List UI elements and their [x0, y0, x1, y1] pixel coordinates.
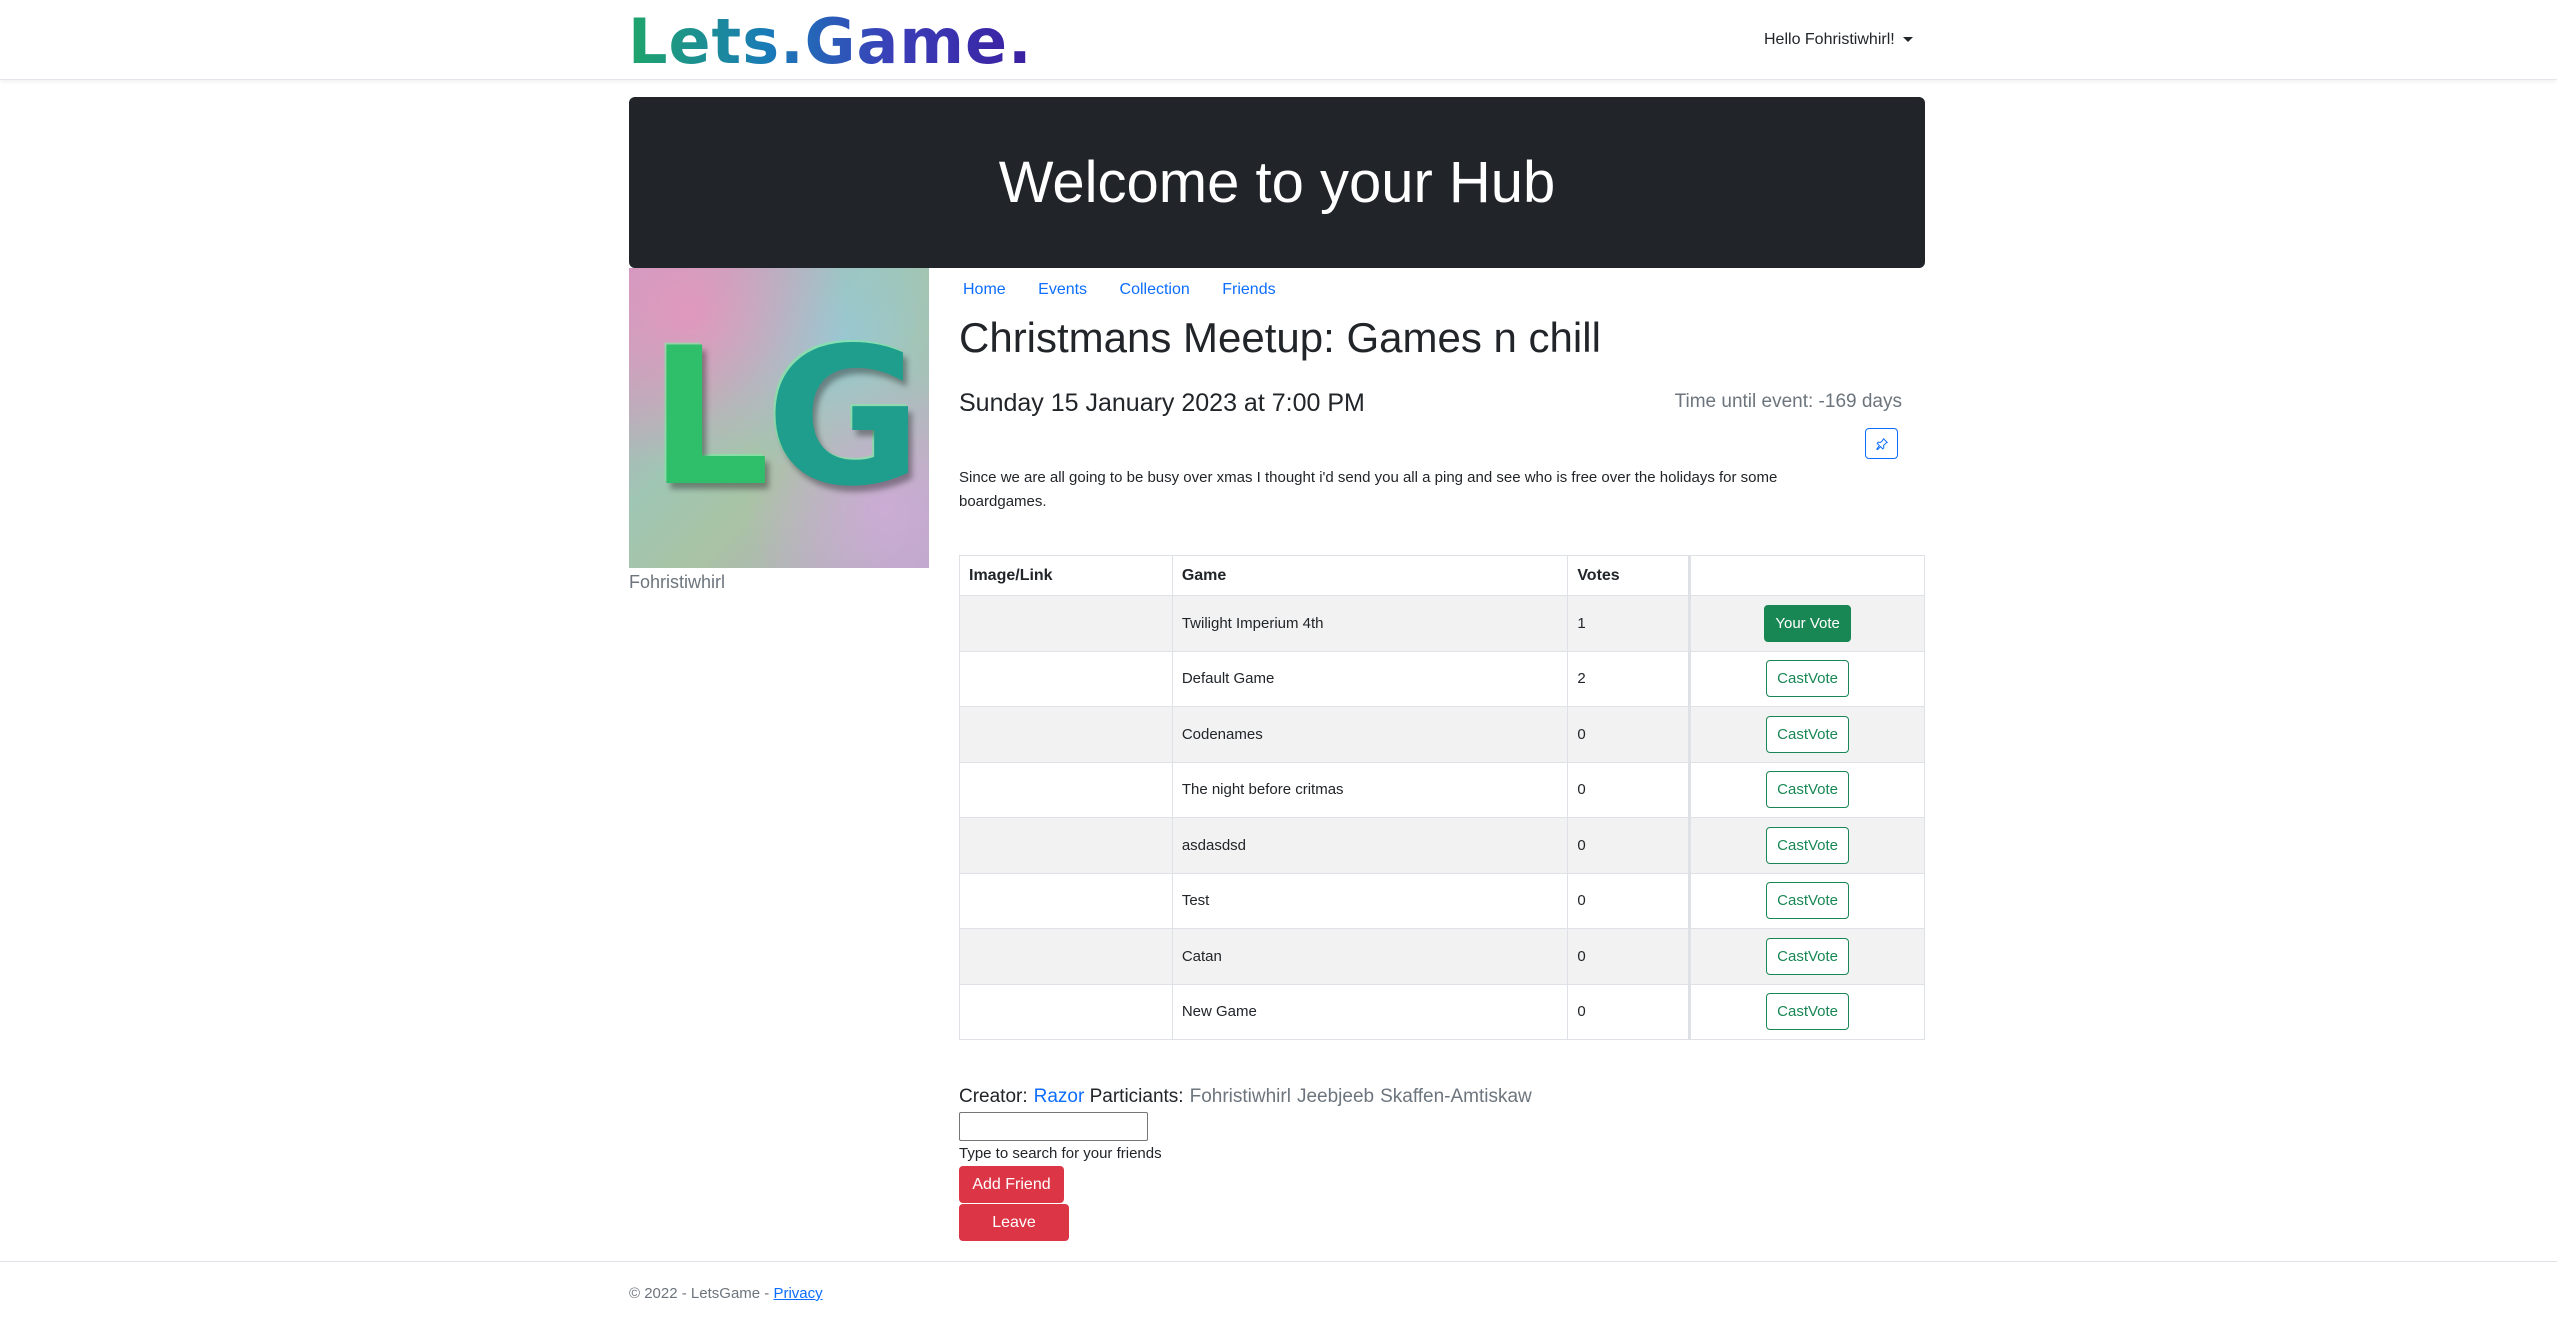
cast-vote-button[interactable]: CastVote [1766, 771, 1850, 809]
column-header-game: Game [1171, 555, 1569, 596]
avatar: LG [629, 268, 929, 568]
leave-event-button[interactable]: Leave Event [959, 1204, 1069, 1268]
top-navbar: Lets.Game. Hello Fohristiwhirl! [0, 0, 2557, 80]
column-header-action [1688, 555, 1925, 596]
page-footer: © 2022 - LetsGame - Privacy [0, 1261, 2557, 1322]
cast-vote-button[interactable]: CastVote [1766, 937, 1850, 975]
game-image-cell [959, 595, 1173, 652]
avatar-letter-l: L [649, 307, 770, 528]
table-row: New Game 0 CastVote [959, 983, 1925, 1040]
hero-banner: Welcome to your Hub [629, 97, 1925, 268]
column-header-votes: Votes [1567, 555, 1691, 596]
your-vote-button[interactable]: Your Vote [1764, 604, 1851, 642]
footer-text: © 2022 - LetsGame - Privacy [629, 1285, 823, 1302]
table-row: Catan 0 CastVote [959, 928, 1925, 985]
game-image-cell [959, 872, 1173, 929]
creator-link[interactable]: Razor [1034, 1086, 1085, 1107]
subnav-friends[interactable]: Friends [1222, 281, 1275, 298]
vote-count: 0 [1567, 928, 1691, 985]
participant-name: Skaffen-Amtiskaw [1380, 1086, 1532, 1107]
time-until-event: Time until event: -169 days [1674, 391, 1902, 412]
vote-count: 0 [1567, 983, 1691, 1040]
game-image-cell [959, 817, 1173, 874]
game-votes-table: Image/Link Game Votes Twilight Imperium … [959, 555, 1925, 1040]
table-row: asdasdsd 0 CastVote [959, 817, 1925, 874]
vote-action-cell: CastVote [1688, 706, 1925, 763]
avatar-letter-g: G [766, 307, 922, 528]
privacy-link[interactable]: Privacy [773, 1285, 822, 1302]
table-row: Default Game 2 CastVote [959, 650, 1925, 707]
table-row: Test 0 CastVote [959, 872, 1925, 929]
vote-count: 0 [1567, 872, 1691, 929]
vote-count: 0 [1567, 761, 1691, 818]
vote-count: 0 [1567, 706, 1691, 763]
hub-subnav: Home Events Collection Friends [963, 280, 1304, 300]
creator-label: Creator: [959, 1086, 1028, 1107]
friend-search-input[interactable] [959, 1112, 1148, 1141]
participant-name: Jeebjeeb [1296, 1086, 1375, 1107]
event-title: Christmans Meetup: Games n chill [959, 314, 1601, 361]
pin-icon [1875, 437, 1888, 450]
vote-count: 0 [1567, 817, 1691, 874]
subnav-home[interactable]: Home [963, 281, 1006, 298]
brand-logo[interactable]: Lets.Game. [628, 8, 1033, 76]
vote-count: 2 [1567, 650, 1691, 707]
subnav-events[interactable]: Events [1038, 281, 1087, 298]
user-menu-dropdown[interactable]: Hello Fohristiwhirl! [1764, 30, 1913, 50]
avatar-logo-letters: LG [649, 318, 922, 518]
game-name: asdasdsd [1171, 817, 1569, 874]
chevron-down-icon [1902, 37, 1913, 43]
cast-vote-button[interactable]: CastVote [1766, 882, 1850, 920]
vote-action-cell: CastVote [1688, 650, 1925, 707]
game-image-cell [959, 706, 1173, 763]
column-header-image: Image/Link [959, 555, 1173, 596]
game-name: The night before critmas [1171, 761, 1569, 818]
cast-vote-button[interactable]: CastVote [1766, 826, 1850, 864]
vote-count: 1 [1567, 595, 1691, 652]
table-header-row: Image/Link Game Votes [959, 555, 1925, 596]
vote-action-cell: CastVote [1688, 928, 1925, 985]
event-participants: Creator: Razor Particiants: Fohristiwhirl J… [959, 1085, 1538, 1109]
game-name: Codenames [1171, 706, 1569, 763]
vote-action-cell: CastVote [1688, 983, 1925, 1040]
cast-vote-button[interactable]: CastVote [1766, 660, 1850, 698]
hero-title: Welcome to your Hub [998, 149, 1556, 215]
participant-name: Fohristiwhirl [1189, 1086, 1291, 1107]
game-image-cell [959, 983, 1173, 1040]
cast-vote-button[interactable]: CastVote [1766, 993, 1850, 1031]
table-row: Codenames 0 CastVote [959, 706, 1925, 763]
vote-action-cell: Your Vote [1688, 595, 1925, 652]
copyright-text: © 2022 - LetsGame - [629, 1285, 774, 1302]
vote-action-cell: CastVote [1688, 817, 1925, 874]
game-name: New Game [1171, 983, 1569, 1040]
pin-button[interactable] [1865, 428, 1898, 459]
game-image-cell [959, 650, 1173, 707]
table-row: The night before critmas 0 CastVote [959, 761, 1925, 818]
vote-action-cell: CastVote [1688, 872, 1925, 929]
game-image-cell [959, 928, 1173, 985]
event-description: Since we are all going to be busy over x… [959, 469, 1778, 510]
vote-action-cell: CastVote [1688, 761, 1925, 818]
game-name: Twilight Imperium 4th [1171, 595, 1569, 652]
game-name: Test [1171, 872, 1569, 929]
participants-label: Particiants: [1089, 1086, 1184, 1107]
game-image-cell [959, 761, 1173, 818]
profile-username: Fohristiwhirl [629, 572, 726, 592]
friend-search-help: Type to search for your friends [959, 1145, 1162, 1162]
game-name: Default Game [1171, 650, 1569, 707]
event-date: Sunday 15 January 2023 at 7:00 PM [959, 389, 1365, 417]
game-name: Catan [1171, 928, 1569, 985]
subnav-collection[interactable]: Collection [1120, 281, 1190, 298]
table-row: Twilight Imperium 4th 1 Your Vote [959, 595, 1925, 652]
cast-vote-button[interactable]: CastVote [1766, 715, 1850, 753]
user-greeting: Hello Fohristiwhirl! [1764, 31, 1895, 48]
add-friend-button[interactable]: Add Friend [959, 1166, 1064, 1203]
